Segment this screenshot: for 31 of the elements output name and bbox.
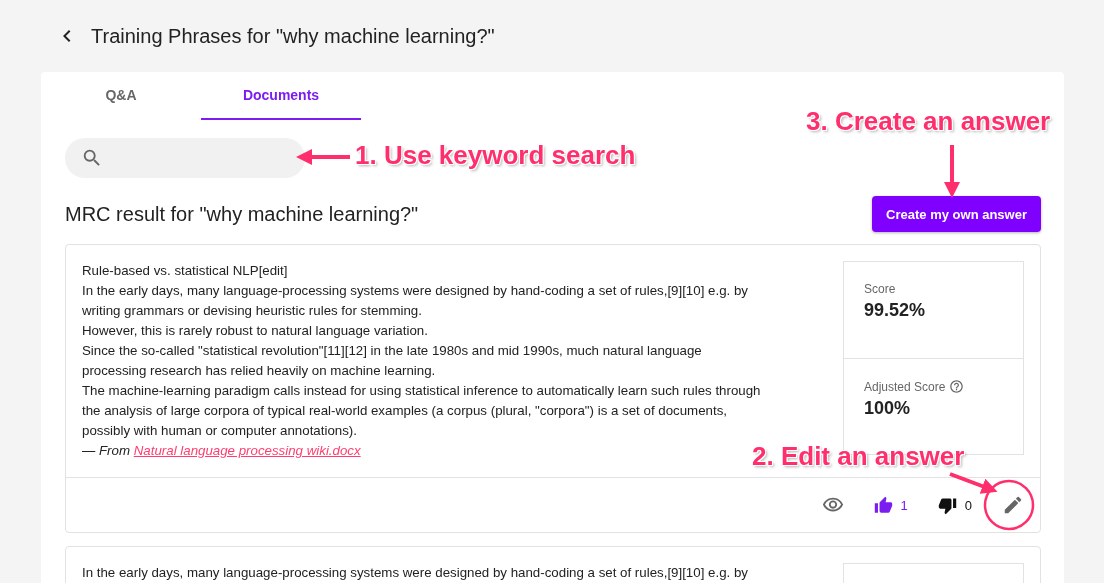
adjusted-score-label: Adjusted Score xyxy=(864,379,946,394)
passage-text: In the early days, many language-processing systems were designed by hand-coding a set of rules,[9][10] e.g. by xyxy=(82,564,748,582)
callout-text: 2. Edit an answer xyxy=(752,441,965,472)
score-label: Score xyxy=(864,282,896,296)
thumbs-up-icon[interactable] xyxy=(873,495,893,515)
source-link[interactable]: Natural language processing wiki.docx xyxy=(133,443,361,458)
create-answer-button[interactable]: Create my own answer xyxy=(872,196,1041,232)
search-icon xyxy=(81,147,103,169)
passage-text: Since the so-called "statistical revolution"[11][12] in the late 1980s and mid 1990s, much natural language processing research has relied heavily on machine learning. xyxy=(82,342,703,380)
callout-arrow xyxy=(944,145,960,198)
adjusted-score-value: 100% xyxy=(864,398,912,419)
help-icon[interactable] xyxy=(949,379,965,394)
source-prefix: — From xyxy=(82,443,131,458)
thumbs-down-icon[interactable] xyxy=(937,495,957,515)
result-heading: MRC result for "why machine learning?" xyxy=(65,202,419,226)
like-button[interactable]: 1 xyxy=(869,491,912,519)
callout-text: 1. Use keyword search xyxy=(355,140,636,171)
callout-arrow xyxy=(296,149,350,165)
callout-text: 3. Create an answer xyxy=(806,106,1051,137)
passage-text: In the early days, many language-processing systems were designed by hand-coding a set of rules,[9][10] e.g. by writing grammars or devising heuristic rules for stemming. xyxy=(82,282,749,320)
passage-text: The machine-learning paradigm calls instead for using statistical inference to automatically learn such rules through the analysis of large corpora of typical real-world examples (a corpus (plural, "corpora") is a set of documents, possibly with human or computer annotations). xyxy=(82,382,762,440)
tab[interactable]: Q&A xyxy=(41,72,201,120)
score-value: 99.52% xyxy=(864,300,927,321)
passage-text: Rule-based vs. statistical NLP[edit] xyxy=(82,262,288,280)
passage-text: However, this is rarely robust to natural language variation. xyxy=(82,322,428,340)
tab[interactable]: Documents xyxy=(201,72,361,120)
callout-arrow xyxy=(949,472,998,494)
dislike-button[interactable]: 0 xyxy=(933,491,976,519)
highlight-circle xyxy=(983,479,1035,531)
page-title: Training Phrases for "why machine learning?" xyxy=(91,24,495,48)
search-field[interactable] xyxy=(65,138,305,178)
